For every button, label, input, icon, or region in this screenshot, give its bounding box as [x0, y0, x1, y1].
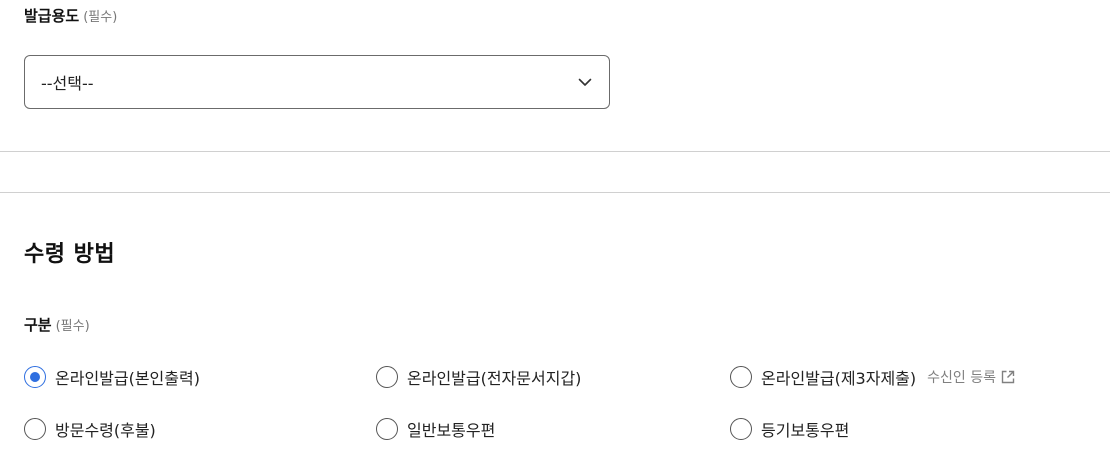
recipient-register-link[interactable]: 수신인 등록 — [927, 367, 1018, 387]
radio-online-third-party-row: 온라인발급(제3자제출) 수신인 등록 — [730, 365, 1018, 389]
purpose-label-text: 발급용도 — [24, 7, 80, 25]
radio-circle — [376, 418, 398, 440]
category-label-text: 구분 — [24, 316, 52, 334]
radio-regular-mail[interactable]: 일반보통우편 — [376, 417, 495, 441]
radio-label: 온라인발급(제3자제출) — [761, 369, 917, 388]
radio-online-third-party[interactable]: 온라인발급(제3자제출) — [730, 365, 916, 389]
purpose-required-text: (필수) — [83, 10, 118, 25]
radio-label: 온라인발급(전자문서지갑) — [407, 369, 582, 388]
category-label: 구분 (필수) — [24, 314, 90, 335]
radio-circle — [24, 366, 46, 388]
purpose-select-value: --선택-- — [41, 74, 94, 93]
radio-online-e-wallet[interactable]: 온라인발급(전자문서지갑) — [376, 365, 581, 389]
external-link-icon — [1000, 368, 1018, 386]
radio-visit-pickup[interactable]: 방문수령(후불) — [24, 417, 156, 441]
divider — [0, 151, 1110, 152]
purpose-label: 발급용도 (필수) — [24, 5, 117, 26]
radio-label: 온라인발급(본인출력) — [55, 369, 200, 388]
recipient-register-text: 수신인 등록 — [927, 370, 997, 386]
purpose-select[interactable]: --선택-- — [24, 55, 610, 109]
radio-label: 방문수령(후불) — [55, 421, 156, 440]
radio-registered-mail[interactable]: 등기보통우편 — [730, 417, 849, 441]
divider — [0, 192, 1110, 193]
category-required-text: (필수) — [55, 319, 90, 334]
radio-label: 등기보통우편 — [761, 421, 850, 440]
radio-circle — [730, 366, 752, 388]
radio-online-self-print[interactable]: 온라인발급(본인출력) — [24, 365, 200, 389]
page: 발급용도 (필수) --선택-- 수령 방법 구분 (필수) 온라인발급(본인출… — [0, 0, 1110, 476]
radio-circle — [24, 418, 46, 440]
section-title-receipt: 수령 방법 — [24, 242, 116, 267]
radio-circle — [376, 366, 398, 388]
radio-circle — [730, 418, 752, 440]
chevron-down-icon — [577, 74, 593, 90]
radio-dot — [30, 372, 40, 382]
radio-label: 일반보통우편 — [407, 421, 496, 440]
